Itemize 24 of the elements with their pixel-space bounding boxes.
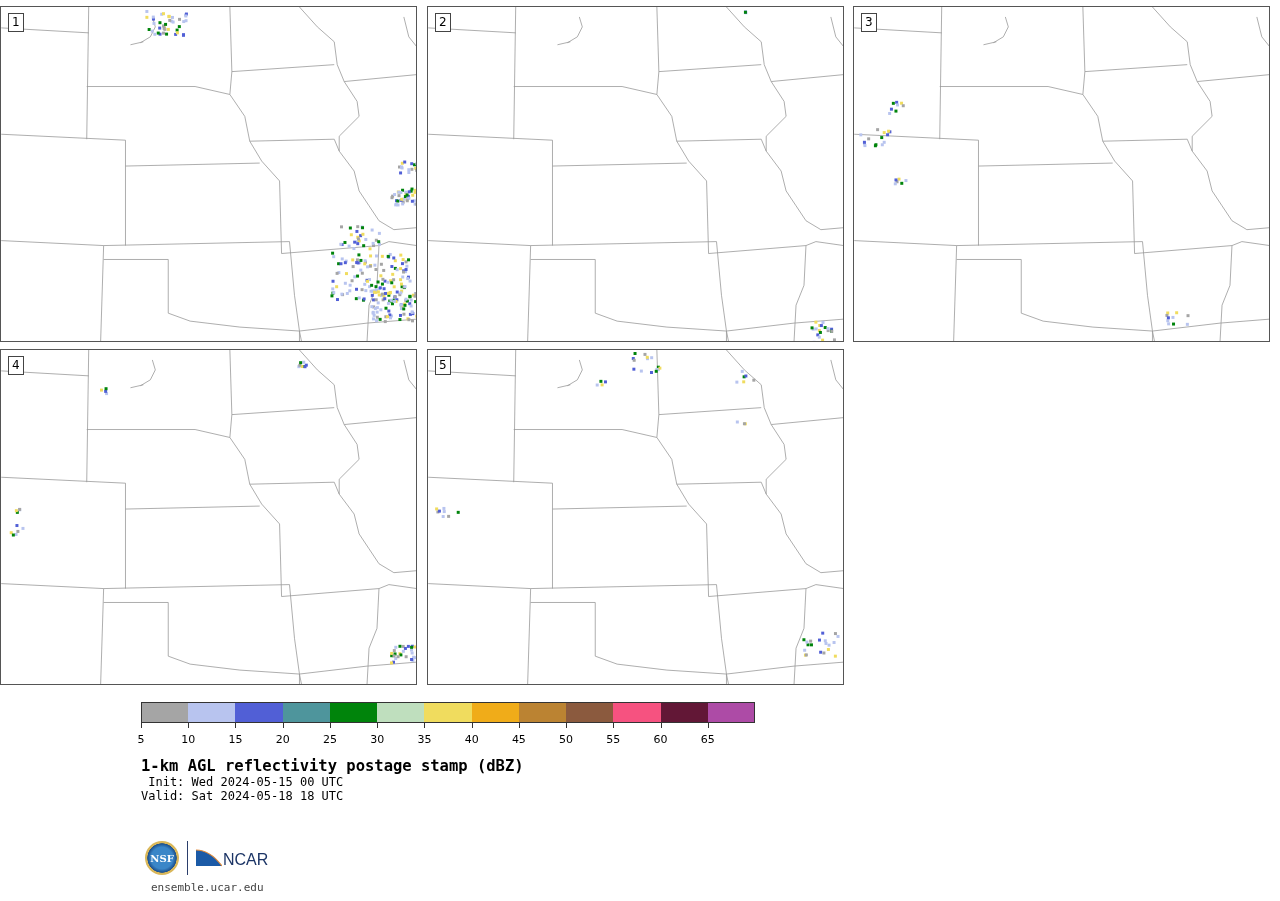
panel-number: 1 [8, 13, 24, 32]
colorbar-tick-label: 20 [275, 734, 290, 746]
colorbar-tick-label: 25 [322, 734, 337, 746]
colorbar-tick-label: 40 [464, 734, 479, 746]
colorbar-tick-label: 45 [511, 734, 526, 746]
colorbar-tick-label: 10 [181, 734, 196, 746]
colorbar-tick-label: 60 [653, 734, 668, 746]
ncar-logo: NCAR [196, 848, 269, 868]
colorbar-tick-label: 15 [228, 734, 243, 746]
panel-number: 3 [861, 13, 877, 32]
website-url: ensemble.ucar.edu [151, 881, 265, 894]
panel-number: 2 [435, 13, 451, 32]
panel-number: 4 [8, 356, 24, 375]
colorbar-tick-label: 35 [417, 734, 432, 746]
chart-title: 1-km AGL reflectivity postage stamp (dBZ) [141, 757, 525, 775]
valid-time: Valid: Sat 2024-05-18 18 UTC [141, 789, 345, 803]
colorbar-tick-label: 55 [606, 734, 621, 746]
colorbar-tick-label: 30 [370, 734, 385, 746]
init-time: Init: Wed 2024-05-15 00 UTC [147, 775, 345, 789]
panel-number: 5 [435, 356, 451, 375]
colorbar-tick-label: 50 [559, 734, 574, 746]
colorbar-tick-label: 65 [700, 734, 715, 746]
nsf-logo: NSF [145, 841, 179, 875]
colorbar-tick-label: 5 [137, 734, 145, 746]
